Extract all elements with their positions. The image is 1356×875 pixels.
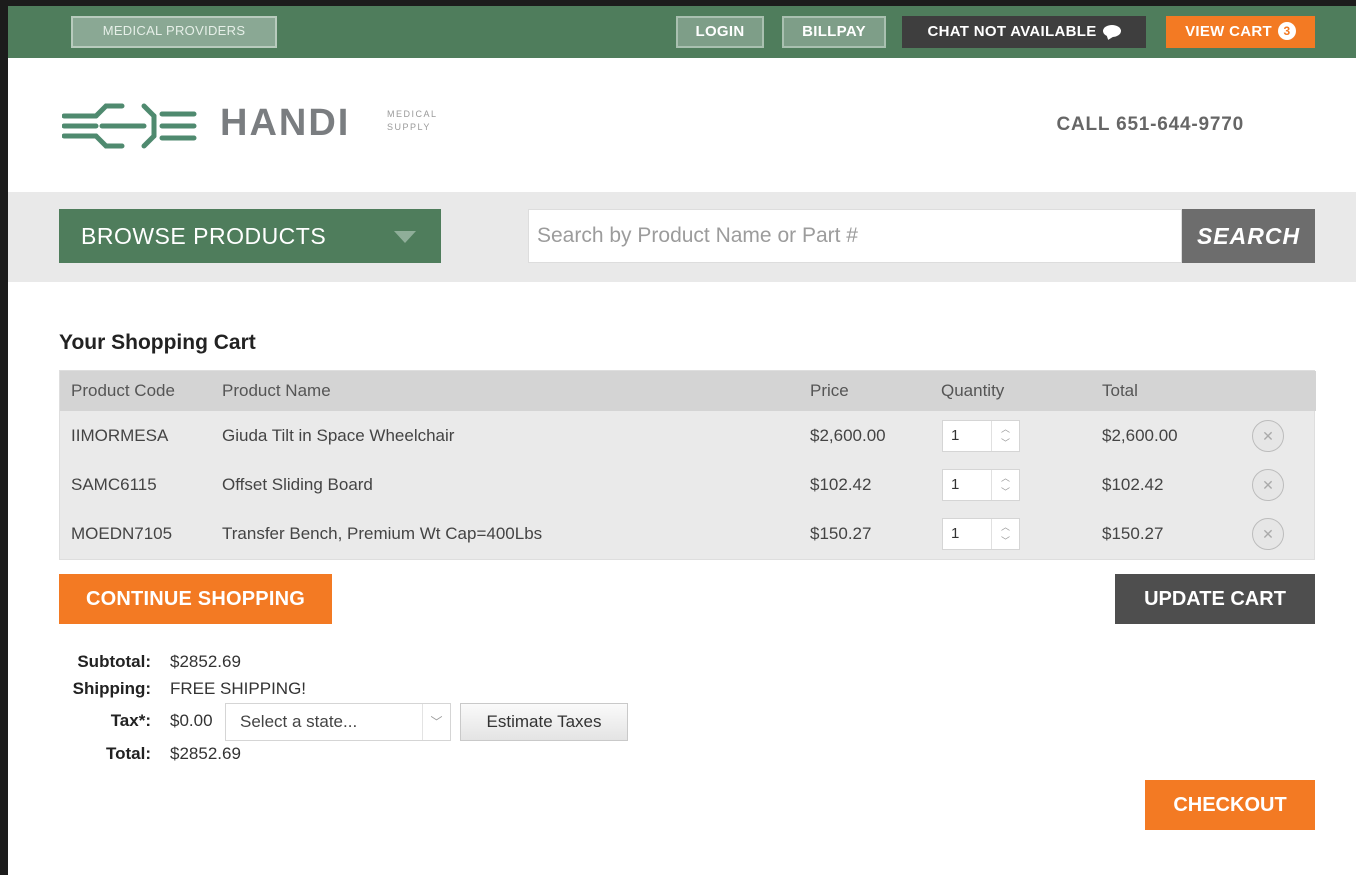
- cart-title: Your Shopping Cart: [59, 331, 256, 354]
- product-code: IIMORMESA: [71, 426, 169, 445]
- state-select-value: Select a state...: [240, 712, 358, 731]
- column-header-total: Total: [1102, 381, 1138, 400]
- billpay-button[interactable]: BILLPAY: [782, 16, 886, 48]
- cart-table: Product Code Product Name Price Quantity…: [59, 370, 1316, 560]
- product-name[interactable]: Giuda Tilt in Space Wheelchair: [222, 426, 454, 446]
- chat-label: CHAT NOT AVAILABLE: [927, 23, 1097, 40]
- search-input[interactable]: Search by Product Name or Part #: [528, 209, 1182, 263]
- column-header-price: Price: [810, 381, 849, 400]
- browse-bar: BROWSE PRODUCTS Search by Product Name o…: [8, 192, 1356, 282]
- view-cart-button[interactable]: VIEW CART 3: [1166, 16, 1315, 48]
- subtotal-value: $2852.69: [170, 652, 241, 671]
- spinner-arrows-icon[interactable]: ︿ ﹀: [991, 421, 1019, 451]
- checkout-button[interactable]: CHECKOUT: [1145, 780, 1315, 830]
- table-row: IIMORMESA Giuda Tilt in Space Wheelchair…: [60, 411, 1316, 460]
- row-total: $102.42: [1102, 475, 1164, 494]
- row-total: $150.27: [1102, 524, 1164, 543]
- login-button[interactable]: LOGIN: [676, 16, 764, 48]
- state-select[interactable]: Select a state... ﹀: [225, 703, 451, 741]
- handi-logo-icon: [62, 103, 197, 149]
- product-name[interactable]: Offset Sliding Board: [222, 475, 373, 495]
- column-header-product-code: Product Code: [71, 381, 175, 400]
- logo[interactable]: HANDI MEDICAL SUPPLY: [62, 94, 482, 158]
- chevron-down-icon: ﹀: [422, 704, 450, 740]
- quantity-stepper[interactable]: 1 ︿ ﹀: [942, 469, 1020, 501]
- product-price: $102.42: [810, 475, 872, 494]
- remove-item-icon[interactable]: ✕: [1252, 420, 1284, 452]
- update-cart-button[interactable]: UPDATE CART: [1115, 574, 1315, 624]
- view-cart-label: VIEW CART: [1185, 23, 1272, 40]
- remove-item-icon[interactable]: ✕: [1252, 518, 1284, 550]
- total-label: Total:: [105, 744, 151, 763]
- quantity-value: 1: [951, 525, 960, 542]
- column-header-quantity: Quantity: [941, 381, 1005, 400]
- continue-shopping-button[interactable]: CONTINUE SHOPPING: [59, 574, 332, 624]
- product-price: $150.27: [810, 524, 872, 543]
- quantity-stepper[interactable]: 1 ︿ ﹀: [942, 518, 1020, 550]
- phone-number[interactable]: CALL 651-644-9770: [1056, 114, 1244, 136]
- remove-item-icon[interactable]: ✕: [1252, 469, 1284, 501]
- quantity-value: 1: [951, 476, 960, 493]
- spinner-arrows-icon[interactable]: ︿ ﹀: [991, 519, 1019, 549]
- page: MEDICAL PROVIDERS LOGIN BILLPAY CHAT NOT…: [8, 6, 1356, 875]
- shipping-label: Shipping:: [72, 679, 151, 698]
- quantity-value: 1: [951, 427, 960, 444]
- browse-products-label: BROWSE PRODUCTS: [81, 223, 327, 249]
- top-bar: MEDICAL PROVIDERS LOGIN BILLPAY CHAT NOT…: [8, 6, 1356, 58]
- tax-value: $0.00: [170, 711, 213, 730]
- table-row: MOEDN7105 Transfer Bench, Premium Wt Cap…: [60, 509, 1316, 558]
- browse-products-button[interactable]: BROWSE PRODUCTS: [59, 209, 441, 263]
- chat-button[interactable]: CHAT NOT AVAILABLE: [902, 16, 1146, 48]
- estimate-taxes-button[interactable]: Estimate Taxes: [460, 703, 628, 741]
- logo-subtitle-line-2: SUPPLY: [387, 122, 431, 132]
- tax-label: Tax*:: [110, 711, 151, 730]
- product-name[interactable]: Transfer Bench, Premium Wt Cap=400Lbs: [222, 524, 542, 544]
- total-value: $2852.69: [170, 744, 241, 763]
- chat-bubble-icon: [1102, 25, 1121, 37]
- column-header-product-name: Product Name: [222, 381, 331, 400]
- table-row: SAMC6115 Offset Sliding Board $102.42 1 …: [60, 460, 1316, 509]
- spinner-arrows-icon[interactable]: ︿ ﹀: [991, 470, 1019, 500]
- shipping-value: FREE SHIPPING!: [170, 679, 307, 698]
- search-button[interactable]: SEARCH: [1182, 209, 1315, 263]
- logo-subtitle-line-1: MEDICAL: [387, 109, 438, 119]
- quantity-stepper[interactable]: 1 ︿ ﹀: [942, 420, 1020, 452]
- product-price: $2,600.00: [810, 426, 886, 445]
- medical-providers-button[interactable]: MEDICAL PROVIDERS: [71, 16, 277, 48]
- cart-count-badge: 3: [1277, 22, 1296, 40]
- logo-subtitle: MEDICAL SUPPLY: [387, 108, 438, 134]
- chevron-down-icon: [394, 231, 416, 243]
- subtotal-label: Subtotal:: [77, 652, 151, 671]
- cart-table-header: Product Code Product Name Price Quantity…: [60, 371, 1316, 411]
- product-code: SAMC6115: [71, 475, 157, 494]
- row-total: $2,600.00: [1102, 426, 1178, 445]
- product-code: MOEDN7105: [71, 524, 173, 543]
- logo-wordmark: HANDI: [220, 102, 351, 144]
